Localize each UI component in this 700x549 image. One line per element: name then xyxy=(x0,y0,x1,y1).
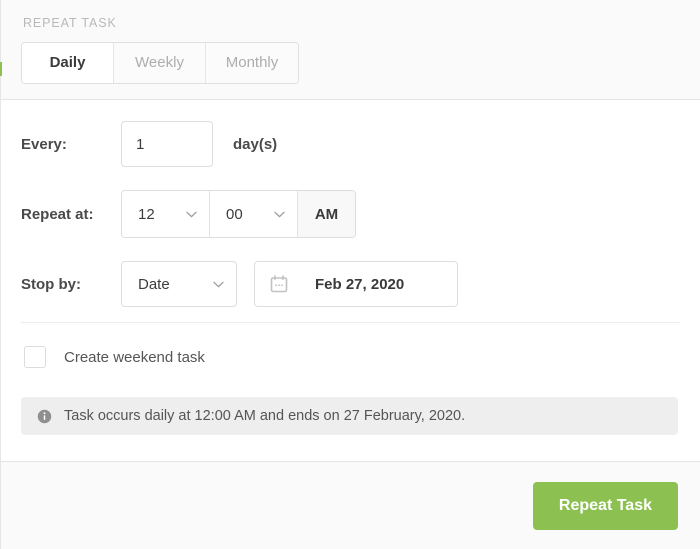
stop-by-row: Stop by: Date Feb 27, 2020 xyxy=(21,249,680,319)
stop-by-label: Stop by: xyxy=(21,275,81,293)
tab-monthly[interactable]: Monthly xyxy=(206,43,298,83)
repeat-at-row: Repeat at: 12 00 AM xyxy=(21,179,680,249)
tab-daily[interactable]: Daily xyxy=(22,43,114,83)
panel-body: Every: day(s) Repeat at: 12 00 xyxy=(1,100,700,461)
stop-by-mode-value: Date xyxy=(138,275,170,293)
every-unit-label: day(s) xyxy=(233,135,278,153)
stop-by-mode-select[interactable]: Date xyxy=(121,261,237,307)
minute-select[interactable]: 00 xyxy=(210,191,298,237)
every-label: Every: xyxy=(21,135,67,153)
create-weekend-task-checkbox[interactable] xyxy=(24,346,46,368)
summary-info-bar: Task occurs daily at 12:00 AM and ends o… xyxy=(21,397,678,435)
hour-select[interactable]: 12 xyxy=(122,191,210,237)
stop-by-date-field[interactable]: Feb 27, 2020 xyxy=(254,261,458,307)
info-circle-icon xyxy=(37,409,52,423)
panel-header: REPEAT TASK Daily Weekly Monthly xyxy=(0,0,700,100)
chevron-down-icon xyxy=(186,211,197,217)
meridiem-toggle[interactable]: AM xyxy=(298,191,355,237)
summary-info-text: Task occurs daily at 12:00 AM and ends o… xyxy=(64,408,466,424)
time-picker-group: 12 00 AM xyxy=(121,190,356,238)
section-divider xyxy=(21,322,680,323)
page-title: REPEAT TASK xyxy=(23,16,117,30)
repeat-at-label: Repeat at: xyxy=(21,205,94,223)
chevron-down-icon xyxy=(274,211,285,217)
repeat-task-panel: REPEAT TASK Daily Weekly Monthly Every: … xyxy=(0,0,700,549)
panel-footer: Repeat Task xyxy=(1,461,700,549)
repeat-task-button[interactable]: Repeat Task xyxy=(532,481,678,530)
accent-marker xyxy=(0,62,2,76)
tab-weekly[interactable]: Weekly xyxy=(114,43,206,83)
every-interval-input[interactable] xyxy=(121,121,213,167)
weekend-task-row: Create weekend task xyxy=(21,327,680,387)
chevron-down-icon xyxy=(213,281,224,287)
calendar-icon xyxy=(270,275,288,293)
meridiem-value: AM xyxy=(314,205,339,223)
frequency-tab-group: Daily Weekly Monthly xyxy=(21,42,299,84)
stop-by-date-value: Feb 27, 2020 xyxy=(315,275,405,293)
hour-value: 12 xyxy=(138,205,155,223)
create-weekend-task-label: Create weekend task xyxy=(64,348,205,366)
minute-value: 00 xyxy=(226,205,243,223)
every-row: Every: day(s) xyxy=(21,109,680,179)
